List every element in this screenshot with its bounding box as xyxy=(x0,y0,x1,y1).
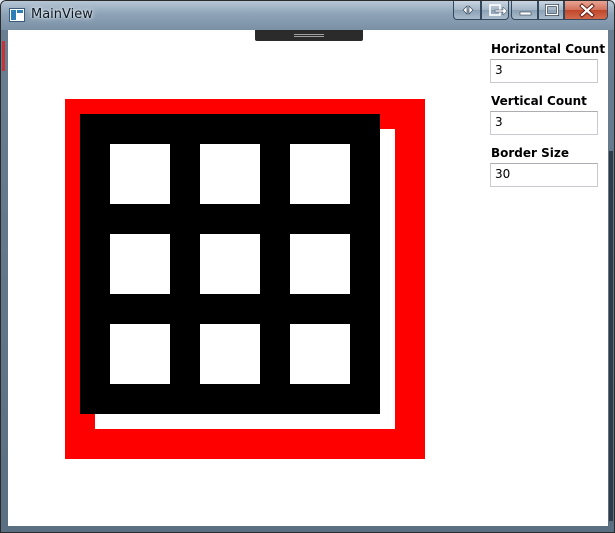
window-frame-edge xyxy=(609,151,613,521)
window-frame-accent xyxy=(2,41,5,71)
client-area: Horizontal Count 3 Vertical Count 3 Bord… xyxy=(8,30,608,526)
grid-cell xyxy=(290,324,350,384)
grid-cell xyxy=(110,324,170,384)
extra-caption-button-exit[interactable] xyxy=(481,1,509,20)
minimize-button[interactable] xyxy=(511,1,538,20)
maximize-icon xyxy=(545,4,559,16)
exit-icon xyxy=(489,4,508,16)
grid-canvas xyxy=(65,99,425,459)
vertical-count-label: Vertical Count xyxy=(491,94,587,108)
grid-cell xyxy=(200,144,260,204)
close-icon xyxy=(579,3,595,18)
grid-cell xyxy=(200,234,260,294)
grid-cell xyxy=(110,234,170,294)
drag-grip-handle[interactable] xyxy=(255,30,363,41)
black-grid xyxy=(80,114,380,414)
vertical-count-input[interactable]: 3 xyxy=(490,111,598,135)
caption-buttons xyxy=(453,1,608,21)
border-size-label: Border Size xyxy=(491,146,570,160)
horizontal-count-label: Horizontal Count xyxy=(491,42,606,56)
grid-cell xyxy=(290,234,350,294)
border-size-input[interactable]: 30 xyxy=(490,163,598,187)
left-right-arrows-icon xyxy=(462,5,474,15)
app-icon[interactable] xyxy=(9,8,25,22)
maximize-button[interactable] xyxy=(538,1,564,20)
extra-caption-button-arrows[interactable] xyxy=(453,1,481,20)
minimize-icon xyxy=(519,11,532,16)
main-window: MainView Horizontal Count 3 Vertical Cou… xyxy=(0,0,615,533)
grid-cell xyxy=(200,324,260,384)
grid-cell xyxy=(290,144,350,204)
grid-cell xyxy=(110,144,170,204)
window-title: MainView xyxy=(31,7,93,22)
close-button[interactable] xyxy=(564,1,608,20)
horizontal-count-input[interactable]: 3 xyxy=(490,59,598,83)
title-bar[interactable]: MainView xyxy=(1,1,614,30)
